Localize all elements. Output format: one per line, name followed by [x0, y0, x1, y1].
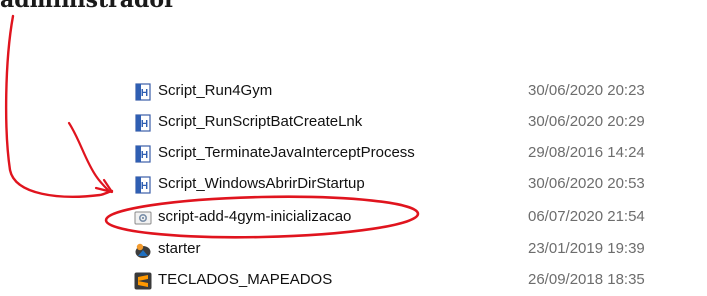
- file-name: Script_RunScriptBatCreateLnk: [158, 113, 363, 130]
- svg-text:H: H: [141, 181, 148, 192]
- file-row-script-runscriptbatcreatelnk[interactable]: H Script_RunScriptBatCreateLnk 30/06/202…: [124, 107, 707, 138]
- file-name: Script_TerminateJavaInterceptProcess: [158, 144, 415, 161]
- file-date: 29/08/2016 14:24: [528, 144, 645, 161]
- file-row-teclados-mapeados[interactable]: TECLADOS_MAPEADOS 26/09/2018 18:35: [124, 265, 707, 296]
- file-row-script-terminatejavainterceptprocess[interactable]: H Script_TerminateJavaInterceptProcess 2…: [124, 138, 707, 169]
- file-name: TECLADOS_MAPEADOS: [158, 271, 333, 288]
- sublime-file-icon: [134, 272, 152, 290]
- file-row-starter[interactable]: starter 23/01/2019 19:39: [124, 234, 707, 265]
- file-date: 30/06/2020 20:29: [528, 113, 645, 130]
- svg-text:H: H: [141, 150, 148, 161]
- settings-file-icon: [134, 211, 152, 225]
- file-name: script-add-4gym-inicializacao: [158, 208, 352, 225]
- hta-script-icon: H: [135, 145, 151, 163]
- file-row-script-add-4gym-inicializacao[interactable]: script-add-4gym-inicializacao 06/07/2020…: [124, 202, 707, 233]
- file-date: 26/09/2018 18:35: [528, 271, 645, 288]
- file-row-script-windowsabrirdirstartup[interactable]: H Script_WindowsAbrirDirStartup 30/06/20…: [124, 169, 707, 200]
- hta-script-icon: H: [135, 114, 151, 132]
- file-date: 30/06/2020 20:53: [528, 175, 645, 192]
- svg-text:H: H: [141, 88, 148, 99]
- file-name: starter: [158, 240, 201, 257]
- file-name: Script_Run4Gym: [158, 82, 273, 99]
- file-date: 30/06/2020 20:23: [528, 82, 645, 99]
- file-date: 23/01/2019 19:39: [528, 240, 645, 257]
- hta-script-icon: H: [135, 83, 151, 101]
- file-row-script-run4gym[interactable]: H Script_Run4Gym 30/06/2020 20:23: [124, 76, 707, 107]
- starter-app-icon: [135, 243, 151, 258]
- file-name: Script_WindowsAbrirDirStartup: [158, 175, 365, 192]
- file-date: 06/07/2020 21:54: [528, 208, 645, 225]
- hta-script-icon: H: [135, 176, 151, 194]
- file-list: H Script_Run4Gym 30/06/2020 20:23 H Scri…: [0, 0, 707, 296]
- svg-text:H: H: [141, 119, 148, 130]
